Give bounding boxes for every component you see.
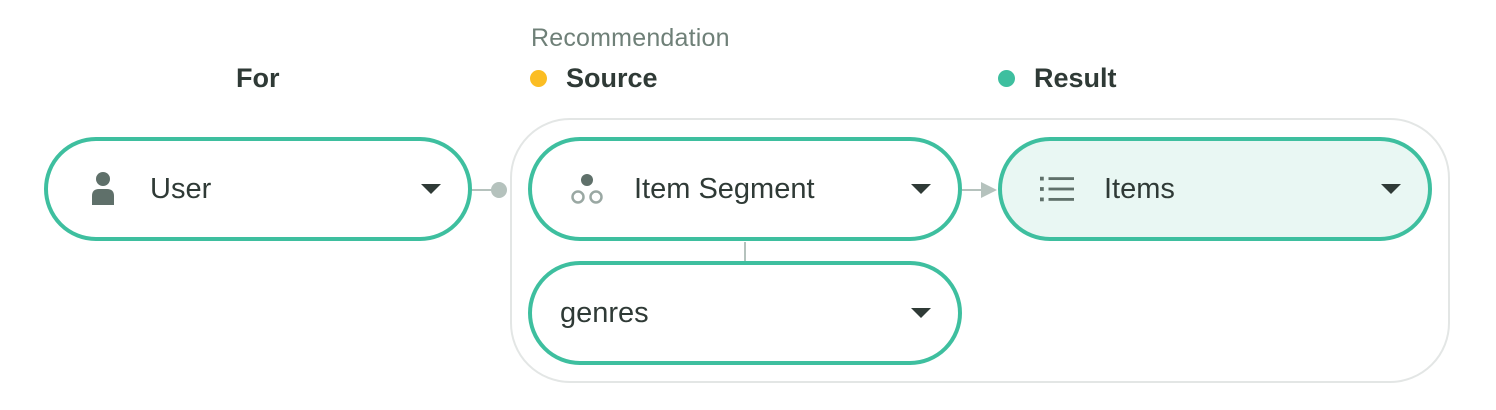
segment-icon (570, 169, 604, 209)
user-dropdown[interactable]: User (44, 137, 472, 241)
genres-dropdown-label: genres (560, 296, 649, 329)
genres-dropdown[interactable]: genres (528, 261, 962, 365)
list-icon (1040, 169, 1074, 209)
item-segment-dropdown-label: Item Segment (634, 172, 815, 205)
connector-arrow-icon (981, 182, 997, 198)
items-dropdown[interactable]: Items (998, 137, 1432, 241)
connector-dot (491, 182, 507, 198)
chevron-down-icon (911, 184, 931, 194)
item-segment-dropdown[interactable]: Item Segment (528, 137, 962, 241)
user-dropdown-label: User (150, 172, 212, 205)
chevron-down-icon (1381, 184, 1401, 194)
items-dropdown-label: Items (1104, 172, 1175, 205)
chevron-down-icon (911, 308, 931, 318)
person-icon (86, 169, 120, 209)
chevron-down-icon (421, 184, 441, 194)
